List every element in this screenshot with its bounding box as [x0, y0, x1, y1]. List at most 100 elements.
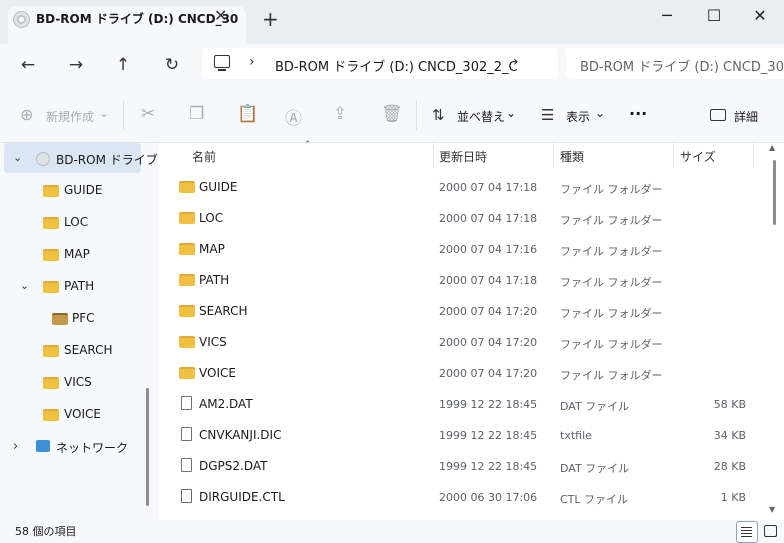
sidebar-item-network[interactable]: ネットワーク [56, 439, 128, 456]
sidebar-item-path[interactable]: PATH [64, 279, 94, 293]
file-date: 1999 12 22 18:45 [439, 460, 538, 473]
column-divider[interactable] [673, 143, 674, 168]
file-date: 1999 12 22 18:45 [439, 398, 538, 411]
refresh-button[interactable]: ↻ [160, 53, 184, 77]
sort-chevron-icon: ⌄ [506, 106, 517, 120]
expand-chevron-icon[interactable]: ⌄ [20, 279, 29, 292]
maximize-button[interactable]: ☐ [694, 4, 734, 28]
sidebar-item-vics[interactable]: VICS [64, 375, 92, 389]
breadcrumb-current[interactable]: BD-ROM ドライブ (D:) CNCD_302_2_C [275, 56, 518, 75]
toolbar-divider [416, 100, 417, 130]
sort-button[interactable]: 並べ替え [457, 108, 505, 125]
tiles-view-button[interactable] [760, 521, 780, 541]
new-button[interactable]: 新規作成 [46, 108, 94, 125]
file-name: PATH [199, 273, 230, 287]
file-type: ファイル フォルダー [560, 369, 663, 382]
new-tab-button[interactable]: + [262, 9, 279, 29]
column-divider[interactable] [553, 143, 554, 168]
item-count: 58 個の項目 [15, 525, 77, 538]
rename-icon[interactable]: Ⓐ [285, 104, 302, 129]
search-input[interactable]: BD-ROM ドライブ (D:) CNCD_302_2_C [580, 56, 784, 75]
file-date: 2000 07 04 17:18 [439, 274, 538, 287]
column-header-date[interactable]: 更新日時 [439, 148, 487, 165]
folder-icon [43, 217, 59, 229]
file-type: ファイル フォルダー [560, 338, 663, 351]
computer-icon-stand [218, 69, 226, 71]
folder-icon [43, 409, 59, 421]
breadcrumb-separator[interactable]: › [249, 54, 255, 70]
new-chevron-icon: ⌄ [99, 106, 110, 120]
more-options-icon[interactable]: ··· [629, 104, 647, 123]
expand-chevron-icon[interactable]: › [13, 439, 18, 454]
file-name: LOC [199, 211, 224, 225]
file-date: 2000 07 04 17:16 [439, 243, 538, 256]
sort-icon: ⇅ [432, 106, 445, 124]
file-type: txtfile [560, 429, 592, 442]
file-date: 1999 12 22 18:45 [439, 429, 538, 442]
column-header-name[interactable]: 名前 [192, 148, 216, 165]
file-type: ファイル フォルダー [560, 214, 663, 227]
column-header-size[interactable]: サイズ [680, 148, 716, 165]
expand-chevron-icon[interactable]: ⌄ [13, 151, 22, 164]
sort-ascending-icon: ⌃ [304, 140, 312, 150]
file-date: 2000 07 04 17:18 [439, 181, 538, 194]
close-button[interactable]: ✕ [740, 4, 780, 28]
sidebar-item-drive[interactable]: BD-ROM ドライブ [56, 151, 158, 168]
file-name: CNVKANJI.DIC [199, 428, 282, 442]
file-type: DAT ファイル [560, 400, 630, 413]
file-icon [181, 458, 192, 472]
column-header-type[interactable]: 種類 [560, 148, 584, 165]
file-size: 28 KB [713, 460, 746, 473]
column-divider[interactable] [433, 143, 434, 168]
sidebar-scrollbar[interactable] [146, 388, 149, 506]
file-type: CTL ファイル [560, 493, 629, 506]
file-type: DAT ファイル [560, 462, 630, 475]
sidebar-item-voice[interactable]: VOICE [64, 407, 101, 421]
file-name: DGPS2.DAT [199, 459, 268, 473]
sidebar-item-search[interactable]: SEARCH [64, 343, 113, 357]
file-icon [181, 427, 192, 441]
scroll-up-icon[interactable]: ▲ [769, 143, 775, 152]
paste-icon[interactable]: 📋 [237, 104, 258, 124]
details-view-button[interactable] [736, 521, 758, 543]
file-list-scrollbar[interactable] [773, 160, 776, 225]
forward-button[interactable]: → [64, 53, 88, 77]
minimize-button[interactable]: ─ [647, 4, 687, 28]
tiles-view-icon [764, 525, 777, 537]
file-name: DIRGUIDE.CTL [199, 490, 285, 504]
tab-close-icon[interactable]: ✕ [214, 6, 227, 25]
file-icon [181, 396, 192, 410]
back-button[interactable]: ← [16, 53, 40, 77]
sidebar-item-loc[interactable]: LOC [64, 215, 88, 229]
copy-icon[interactable]: ❐ [189, 104, 204, 124]
sidebar-item-pfc[interactable]: PFC [72, 311, 95, 325]
folder-icon [43, 377, 59, 389]
sidebar-item-guide[interactable]: GUIDE [64, 183, 102, 197]
share-icon[interactable]: ⇪ [333, 104, 347, 124]
file-type: ファイル フォルダー [560, 245, 663, 258]
breadcrumb-chevron-icon[interactable]: › [513, 54, 519, 70]
file-type: ファイル フォルダー [560, 276, 663, 289]
computer-icon[interactable] [214, 55, 230, 68]
view-chevron-icon: ⌄ [595, 106, 606, 120]
folder-icon [179, 336, 195, 348]
disc-drive-icon [13, 11, 30, 28]
file-date: 2000 06 30 17:06 [439, 491, 538, 504]
file-name: VOICE [199, 366, 236, 380]
sidebar-item-map[interactable]: MAP [64, 247, 90, 261]
delete-icon[interactable]: 🗑 [381, 104, 403, 124]
column-divider[interactable] [753, 143, 754, 168]
file-name: SEARCH [199, 304, 248, 318]
cut-icon[interactable]: ✂ [141, 104, 155, 124]
details-button[interactable]: 詳細 [734, 108, 758, 125]
folder-icon [43, 185, 59, 197]
up-button[interactable]: ↑ [111, 53, 135, 77]
file-icon [181, 489, 192, 503]
file-name: GUIDE [199, 180, 238, 194]
folder-icon [179, 367, 195, 379]
view-button[interactable]: 表示 [566, 108, 590, 125]
file-size: 1 KB [720, 491, 746, 504]
scroll-down-icon[interactable]: ▼ [769, 505, 775, 514]
file-type: ファイル フォルダー [560, 183, 663, 196]
folder-icon [43, 249, 59, 261]
